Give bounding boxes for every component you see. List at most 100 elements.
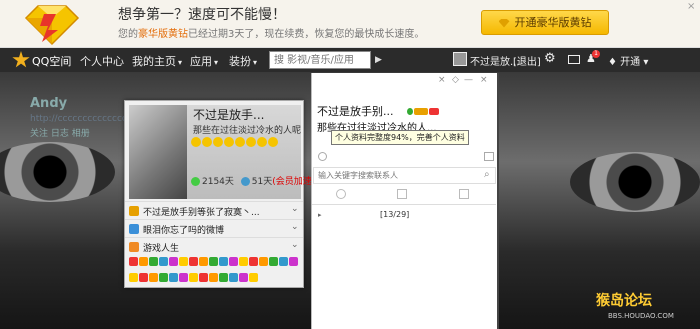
service-icon[interactable] — [199, 257, 208, 266]
service-icon[interactable] — [289, 257, 298, 266]
search-input[interactable] — [269, 51, 371, 69]
service-icon[interactable] — [259, 257, 268, 266]
star-icon — [12, 51, 30, 68]
service-icon[interactable] — [129, 257, 138, 266]
tab-recent[interactable] — [459, 189, 469, 199]
logout-link[interactable]: [退出] — [513, 53, 541, 68]
message-icon[interactable] — [484, 152, 494, 161]
tab-groups[interactable] — [397, 189, 407, 199]
panel-name[interactable]: 不过是放手别... — [317, 103, 394, 119]
profile-card: 不过是放手... 那些在过往淡过冷水的人呢... 2154天 51天(会员加速中… — [124, 100, 324, 288]
card-name[interactable]: 不过是放手... — [193, 106, 264, 123]
sun-icon — [235, 137, 245, 147]
profile-tooltip[interactable]: 个人资料完整度94%，完善个人资料 — [331, 130, 469, 145]
owner-name[interactable]: Andy — [30, 96, 67, 111]
minimize-icon[interactable]: — — [464, 75, 473, 85]
service-icon[interactable] — [179, 257, 188, 266]
contact-icon[interactable] — [318, 152, 327, 161]
avatar[interactable] — [453, 52, 467, 66]
service-icon[interactable] — [199, 272, 208, 282]
card-signature: 那些在过往淡过冷水的人呢... — [193, 126, 301, 136]
service-icon[interactable] — [269, 257, 278, 266]
service-icon[interactable] — [169, 272, 178, 282]
qzone-icon — [129, 206, 139, 216]
diamond-small-icon — [498, 18, 510, 28]
close-icon[interactable]: × — [687, 1, 695, 12]
service-icon[interactable] — [229, 272, 238, 282]
search-icon[interactable]: ⌕ — [484, 169, 490, 180]
chevron-down-icon[interactable]: ⌄ — [291, 204, 299, 214]
service-icon[interactable] — [169, 257, 178, 266]
service-icon[interactable] — [209, 257, 218, 266]
nav-my-home[interactable]: 我的主页 ▾ — [132, 53, 182, 69]
online-icon — [407, 108, 413, 115]
level-icons — [191, 137, 279, 149]
service-icon[interactable] — [219, 257, 228, 266]
skin-icon[interactable]: ◇ — [452, 75, 459, 85]
close-panel-icon[interactable]: × — [480, 75, 488, 85]
open-vip-button[interactable]: 开通豪华版黄钻 — [481, 10, 609, 35]
list-item-weibo[interactable]: 眼泪你忘了吗的微博 ⌄ — [125, 219, 303, 237]
game-icon — [129, 242, 139, 252]
nav-apps[interactable]: 应用 ▾ — [190, 53, 218, 69]
service-icon[interactable] — [139, 272, 148, 282]
chevron-down-icon[interactable]: ⌄ — [291, 222, 299, 232]
service-icon[interactable] — [159, 272, 168, 282]
chevron-down-icon: ▾ — [178, 58, 183, 67]
sun-icon — [202, 137, 212, 147]
qzone-logo[interactable]: QQ空间 — [12, 51, 76, 69]
list-item-games[interactable]: 游戏人生 ⌄ — [125, 237, 303, 255]
service-icon[interactable] — [239, 257, 248, 266]
mail-icon[interactable] — [568, 55, 580, 64]
service-icon[interactable] — [149, 272, 158, 282]
gear-icon[interactable]: ⚙ — [544, 52, 558, 66]
service-icon[interactable] — [229, 257, 238, 266]
service-icon[interactable] — [139, 257, 148, 266]
chevron-right-icon[interactable]: ▸ — [318, 211, 322, 219]
search-go-icon[interactable]: ▶ — [375, 51, 387, 69]
service-icon[interactable] — [129, 272, 138, 282]
service-icon[interactable] — [189, 257, 198, 266]
sun-icon — [268, 137, 278, 147]
watermark-logo: 猴岛论坛 — [596, 293, 652, 309]
close-icon[interactable]: × — [438, 75, 446, 85]
sun-icon — [246, 137, 256, 147]
chevron-down-icon: ▾ — [253, 58, 258, 67]
divider — [497, 73, 499, 329]
tab-contacts[interactable] — [336, 189, 346, 199]
service-icon[interactable] — [239, 272, 248, 282]
sun-icon — [191, 137, 201, 147]
service-icon[interactable] — [279, 257, 288, 266]
contact-search-input[interactable] — [313, 167, 496, 184]
online-icon — [191, 177, 200, 186]
service-icon[interactable] — [179, 272, 188, 282]
sun-icon — [213, 137, 223, 147]
yellow-diamond-icon — [24, 5, 80, 46]
vip-days-icon — [240, 177, 250, 186]
notification-badge: 1 — [592, 50, 600, 58]
list-item-qzone[interactable]: 不过是放手别等张了寂寞丶... ⌄ — [125, 201, 303, 219]
eye-image — [0, 142, 115, 202]
service-icon[interactable] — [249, 272, 258, 282]
top-nav: QQ空间 个人中心 我的主页▾ 应用▾ 装扮▾ ▶ 不过是放... [退出] ⚙… — [0, 48, 700, 72]
status-badges — [407, 105, 440, 118]
nav-decorate[interactable]: 装扮 ▾ — [229, 53, 257, 69]
vip-type-link[interactable]: 豪华版黄钻 — [138, 29, 188, 40]
space-links[interactable]: 关注 日志 相册 — [30, 126, 90, 139]
sun-icon — [224, 137, 234, 147]
service-icon[interactable] — [189, 272, 198, 282]
nav-personal-center[interactable]: 个人中心 — [80, 53, 124, 69]
service-icon[interactable] — [209, 272, 218, 282]
profile-photo[interactable] — [129, 105, 187, 199]
open-vip-link[interactable]: ♦ 开通 ▾ — [608, 53, 648, 68]
svip-badge — [429, 108, 439, 115]
service-icon[interactable] — [159, 257, 168, 266]
service-icon[interactable] — [249, 257, 258, 266]
banner-subtitle: 您的豪华版黄钻已经过期3天了，现在续费，恢复您的最快成长速度。 — [118, 29, 425, 40]
chevron-down-icon[interactable]: ⌄ — [291, 240, 299, 250]
weibo-icon — [129, 224, 139, 234]
vip-banner: 想争第一？速度可不能慢！ 您的豪华版黄钻已经过期3天了，现在续费，恢复您的最快成… — [0, 0, 700, 48]
contact-panel: × ◇ — × 不过是放手别... 那些在过往淡过冷水的人... 个人资料完整度… — [311, 73, 497, 329]
service-icon[interactable] — [149, 257, 158, 266]
service-icon[interactable] — [219, 272, 228, 282]
